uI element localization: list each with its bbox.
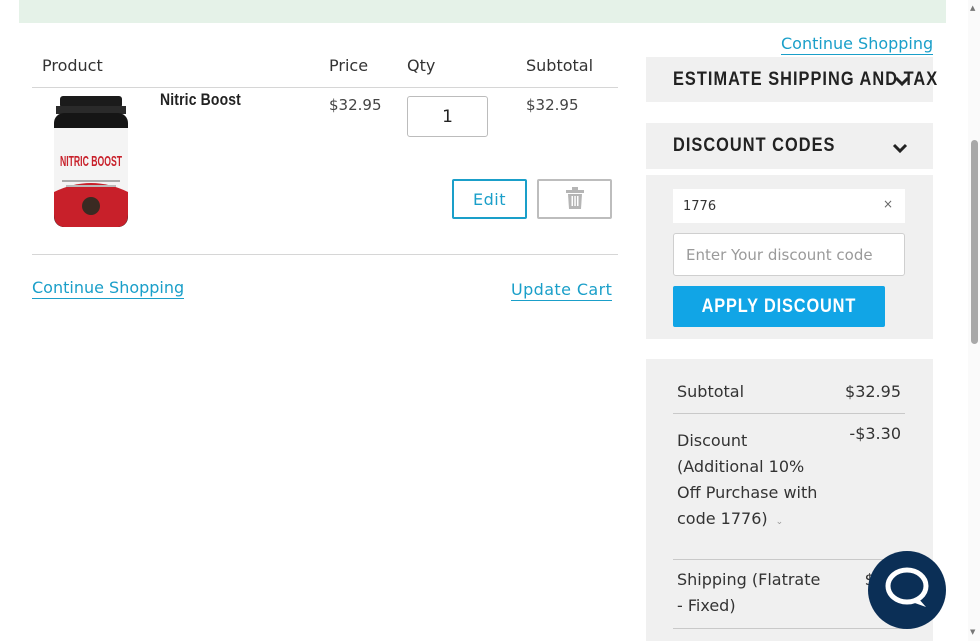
item-price: $32.95 <box>329 96 382 114</box>
discount-code-input[interactable] <box>673 233 905 276</box>
product-image[interactable]: NITRIC BOOST <box>52 96 130 230</box>
product-name[interactable]: Nitric Boost <box>160 90 241 110</box>
discount-label-line: Discount <box>677 431 748 450</box>
summary-discount-value: -$3.30 <box>849 424 901 443</box>
summary-shipping-label: Shipping (Flatrate - Fixed) <box>677 567 820 619</box>
chevron-down-icon <box>894 72 910 91</box>
discount-label-line-text: code 1776) <box>677 509 768 528</box>
product-image-wordmark: NITRIC BOOST <box>60 153 122 170</box>
applied-code-tag: 1776 <box>673 189 905 223</box>
update-cart-link[interactable]: Update Cart <box>511 280 613 301</box>
estimate-shipping-header[interactable]: ESTIMATE SHIPPING AND TAX <box>646 57 937 102</box>
discount-codes-header[interactable]: DISCOUNT CODES <box>646 123 933 169</box>
info-caret-icon[interactable]: ⌄ <box>776 517 784 527</box>
success-notice-banner <box>19 0 946 23</box>
summary-divider <box>673 559 905 560</box>
continue-shopping-link-top[interactable]: Continue Shopping <box>781 34 934 55</box>
apply-discount-label: APPLY DISCOUNT <box>701 295 857 317</box>
discount-codes-title: DISCOUNT CODES <box>673 135 836 156</box>
delete-item-button[interactable] <box>537 179 612 219</box>
col-header-qty: Qty <box>407 56 436 75</box>
page-scrollbar[interactable]: ▲ ▼ <box>968 0 980 641</box>
summary-subtotal-value: $32.95 <box>845 382 901 401</box>
summary-subtotal-label: Subtotal <box>677 382 745 401</box>
summary-divider <box>673 413 905 414</box>
scrollbar-thumb[interactable] <box>971 140 978 344</box>
apply-discount-button[interactable]: APPLY DISCOUNT <box>673 286 885 327</box>
continue-shopping-link-bottom[interactable]: Continue Shopping <box>32 278 185 299</box>
col-header-subtotal: Subtotal <box>526 56 594 75</box>
chat-bubble-icon <box>882 565 932 615</box>
col-header-product: Product <box>42 56 103 75</box>
shipping-label-line: - Fixed) <box>677 596 736 615</box>
remove-code-icon[interactable]: × <box>882 197 894 213</box>
summary-divider <box>673 628 905 629</box>
cart-bottom-divider <box>32 254 618 255</box>
discount-label-line: (Additional 10% <box>677 457 805 476</box>
scroll-up-arrow-icon[interactable]: ▲ <box>970 4 975 12</box>
discount-label-line: code 1776) ⌄ <box>677 506 817 535</box>
col-header-price: Price <box>329 56 369 75</box>
shipping-label-line: Shipping (Flatrate <box>677 570 821 589</box>
qty-input[interactable] <box>407 96 488 137</box>
trash-icon <box>565 186 584 212</box>
header-divider <box>32 87 618 88</box>
scroll-down-arrow-icon[interactable]: ▼ <box>970 628 975 636</box>
chat-widget-button[interactable] <box>868 551 946 629</box>
item-subtotal: $32.95 <box>526 96 579 114</box>
edit-item-button[interactable]: Edit <box>452 179 527 219</box>
summary-discount-label: Discount (Additional 10% Off Purchase wi… <box>677 428 817 535</box>
chevron-down-icon <box>892 139 908 158</box>
discount-label-line: Off Purchase with <box>677 483 818 502</box>
